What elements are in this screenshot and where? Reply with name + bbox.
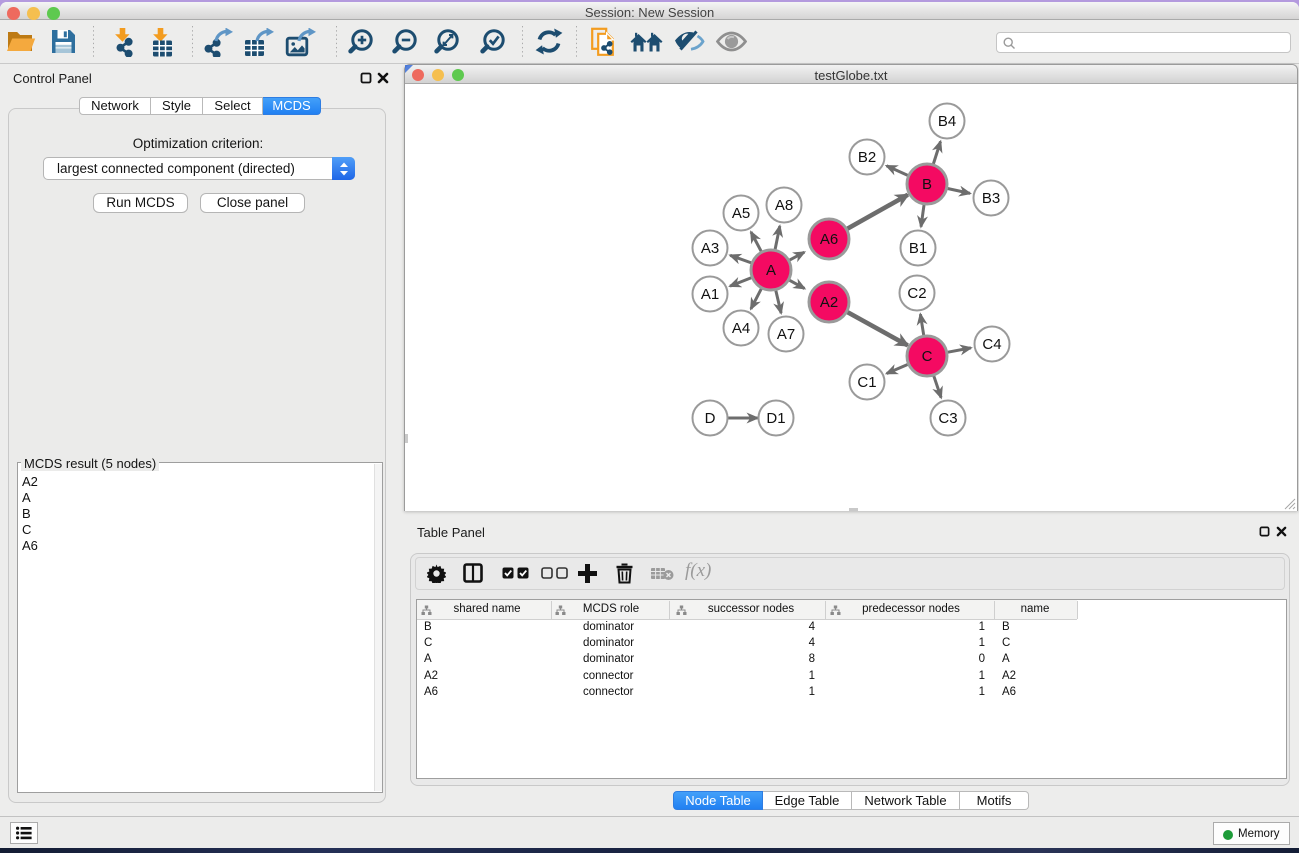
svg-text:B: B <box>922 176 932 193</box>
svg-text:C4: C4 <box>982 336 1001 353</box>
svg-text:A2: A2 <box>820 294 838 311</box>
svg-text:C: C <box>922 348 933 365</box>
svg-text:A3: A3 <box>701 240 719 257</box>
svg-text:B1: B1 <box>909 240 927 257</box>
svg-text:B2: B2 <box>858 149 876 166</box>
svg-text:C1: C1 <box>857 374 876 391</box>
svg-text:A6: A6 <box>820 231 838 248</box>
svg-text:C3: C3 <box>938 410 957 427</box>
svg-text:A1: A1 <box>701 286 719 303</box>
svg-text:A5: A5 <box>732 205 750 222</box>
svg-text:A8: A8 <box>775 197 793 214</box>
svg-text:A7: A7 <box>777 326 795 343</box>
svg-text:A4: A4 <box>732 320 750 337</box>
svg-text:D: D <box>705 410 716 427</box>
svg-text:B4: B4 <box>938 113 956 130</box>
svg-text:D1: D1 <box>766 410 785 427</box>
svg-text:B3: B3 <box>982 190 1000 207</box>
svg-text:A: A <box>766 262 776 279</box>
svg-text:C2: C2 <box>907 285 926 302</box>
